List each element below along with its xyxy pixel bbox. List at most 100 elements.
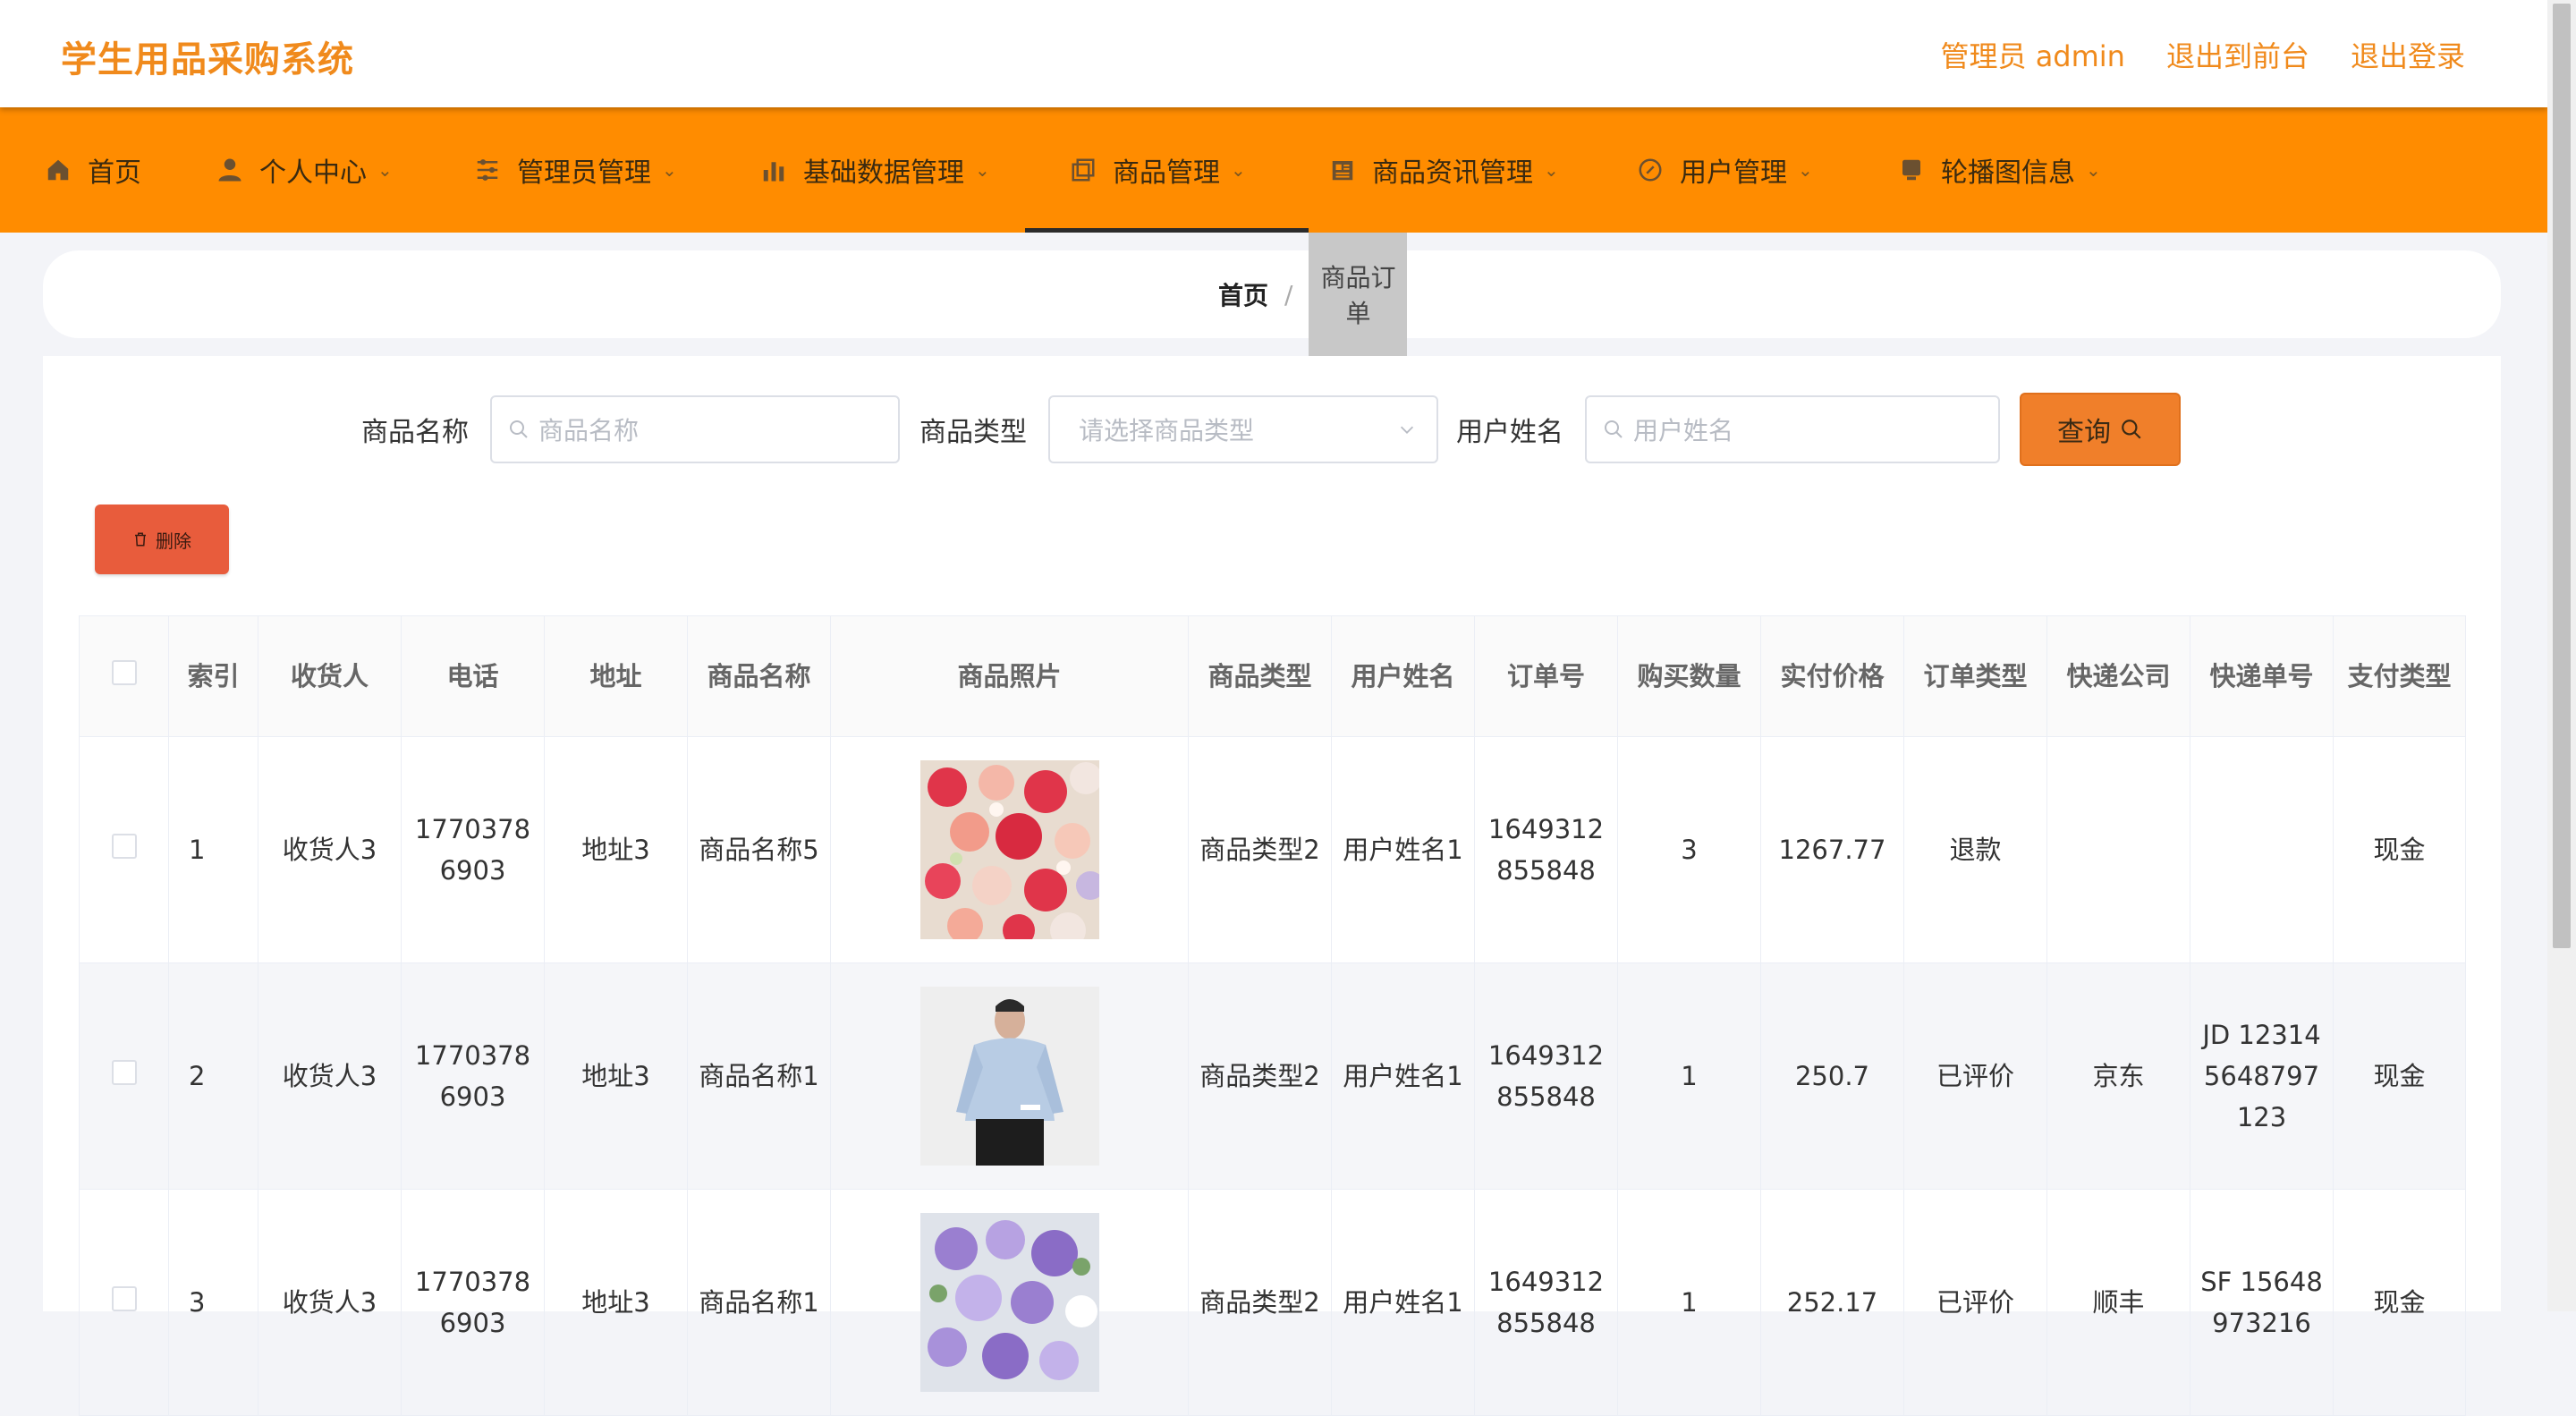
nav-product-manage[interactable]: 商品管理 ⌄ <box>1025 107 1309 233</box>
product-type-select[interactable]: 请选择商品类型 <box>1048 395 1438 463</box>
top-header: 学生用品采购系统 管理员 admin 退出到前台 退出登录 <box>0 0 2547 107</box>
user-name-placeholder: 用户姓名 <box>1633 416 1734 445</box>
cell-product: 商品名称1 <box>687 962 831 1190</box>
chevron-down-icon: ⌄ <box>975 159 990 181</box>
nav-product-news-label: 商品资讯管理 <box>1372 157 1533 189</box>
admin-link[interactable]: 管理员 admin <box>1941 34 2125 75</box>
product-type-label: 商品类型 <box>919 417 1027 448</box>
table-row[interactable]: 1 收货人3 17703786903 地址3 商品名称5 商品类型2 用户姓名1… <box>79 736 2466 963</box>
cell-receiver: 收货人3 <box>258 962 402 1190</box>
cell-qty: 3 <box>1617 736 1761 963</box>
user-icon <box>218 158 242 182</box>
product-photo-man-shirt[interactable] <box>919 987 1099 1166</box>
delete-button[interactable]: 删除 <box>95 505 229 574</box>
table-row[interactable]: 3 收货人3 17703786903 地址3 商品名称1 商品类型2 用户姓名1 <box>79 1189 2466 1416</box>
cell-product-type: 商品类型2 <box>1188 962 1332 1190</box>
cell-pay-type: 现金 <box>2333 1189 2466 1416</box>
breadcrumb-current: 商品订单 <box>1309 230 1408 359</box>
chevron-down-icon <box>1400 426 1414 434</box>
nav-home[interactable]: 首页 <box>45 107 141 233</box>
product-name-input[interactable]: 商品名称 <box>490 395 900 463</box>
chevron-down-icon: ⌄ <box>1798 159 1813 181</box>
cell-price: 1267.77 <box>1760 736 1904 963</box>
cell-photo <box>830 962 1189 1190</box>
compass-icon <box>1639 158 1662 182</box>
nav-carousel[interactable]: 轮播图信息 ⌄ <box>1898 107 2101 233</box>
cell-courier <box>2046 736 2190 963</box>
cell-receiver: 收货人3 <box>258 736 402 963</box>
cell-index: 3 <box>168 1189 258 1416</box>
col-header: 收货人 <box>258 615 402 737</box>
cell-address: 地址3 <box>544 736 688 963</box>
col-header: 快递单号 <box>2190 615 2334 737</box>
cell-qty: 1 <box>1617 962 1761 1190</box>
cell-photo <box>830 736 1189 963</box>
table-row[interactable]: 2 收货人3 17703786903 地址3 商品名称1 商品类型2 用户姓名1… <box>79 962 2466 1190</box>
cell-order-type: 已评价 <box>1903 1189 2047 1416</box>
nav-admin-manage[interactable]: 管理员管理 ⌄ <box>474 107 677 233</box>
product-photo-flowers-purple[interactable] <box>919 1213 1099 1392</box>
cell-index: 1 <box>168 736 258 963</box>
col-header: 用户姓名 <box>1331 615 1475 737</box>
cell-qty: 1 <box>1617 1189 1761 1416</box>
chevron-down-icon: ⌄ <box>1231 159 1246 181</box>
search-icon <box>1605 420 1623 438</box>
page-scrollbar[interactable] <box>2547 0 2576 1311</box>
nav-basic-data[interactable]: 基础数据管理 ⌄ <box>760 107 990 233</box>
select-all-checkbox[interactable] <box>111 660 137 685</box>
cell-pay-type: 现金 <box>2333 962 2466 1190</box>
product-type-placeholder: 请选择商品类型 <box>1079 416 1255 445</box>
col-header: 电话 <box>401 615 545 737</box>
nav-product-news[interactable]: 商品资讯管理 ⌄ <box>1329 107 1559 233</box>
product-photo-flowers-red[interactable] <box>919 760 1099 939</box>
chevron-down-icon: ⌄ <box>662 159 677 181</box>
nav-personal-center-label: 个人中心 <box>259 157 367 189</box>
col-header: 订单类型 <box>1903 615 2047 737</box>
cell-courier: 京东 <box>2046 962 2190 1190</box>
product-name-label: 商品名称 <box>361 417 469 448</box>
delete-button-label: 删除 <box>156 530 191 552</box>
cell-product: 商品名称5 <box>687 736 831 963</box>
orders-table: 索引 收货人 电话 地址 商品名称 商品照片 商品类型 用户姓名 订单号 购买数… <box>79 615 2466 1416</box>
row-checkbox[interactable] <box>111 1060 137 1085</box>
home-icon <box>47 159 69 181</box>
copy-icon <box>1072 158 1095 182</box>
breadcrumb: 首页 / 商品订单 <box>1218 230 1408 359</box>
row-checkbox[interactable] <box>111 1286 137 1311</box>
col-header: 实付价格 <box>1760 615 1904 737</box>
news-icon <box>1332 161 1353 181</box>
cell-photo <box>830 1189 1189 1416</box>
main-nav: 首页 个人中心 ⌄ 管理员管理 ⌄ 基础数据管理 ⌄ 商品管理 ⌄ 商品资讯管理… <box>0 107 2547 233</box>
cell-product-type: 商品类型2 <box>1188 1189 1332 1416</box>
breadcrumb-separator: / <box>1284 279 1293 309</box>
cell-order-no: 1649312855848 <box>1474 962 1618 1190</box>
cell-courier: 顺丰 <box>2046 1189 2190 1416</box>
query-button[interactable]: 查询 <box>2020 393 2181 466</box>
breadcrumb-card: 首页 / 商品订单 <box>43 230 2501 359</box>
header-links: 管理员 admin 退出到前台 退出登录 <box>1941 34 2465 75</box>
scrollbar-thumb[interactable] <box>2553 4 2571 948</box>
select-all-cell[interactable] <box>79 615 169 737</box>
breadcrumb-home[interactable]: 首页 <box>1218 276 1268 312</box>
cell-address: 地址3 <box>544 1189 688 1416</box>
trash-icon <box>135 532 146 547</box>
row-checkbox[interactable] <box>111 834 137 859</box>
col-header: 索引 <box>168 615 258 737</box>
cell-user: 用户姓名1 <box>1331 736 1475 963</box>
cell-tracking <box>2190 736 2334 963</box>
nav-personal-center[interactable]: 个人中心 ⌄ <box>216 107 393 233</box>
cell-user: 用户姓名1 <box>1331 1189 1475 1416</box>
nav-home-label: 首页 <box>88 157 141 189</box>
logout-link[interactable]: 退出登录 <box>2351 34 2465 75</box>
cell-receiver: 收货人3 <box>258 1189 402 1416</box>
cell-phone: 17703786903 <box>401 962 545 1190</box>
search-icon <box>2122 420 2141 439</box>
col-header: 地址 <box>544 615 688 737</box>
nav-user-manage[interactable]: 用户管理 ⌄ <box>1637 107 1813 233</box>
nav-user-manage-label: 用户管理 <box>1680 157 1787 189</box>
cell-product-type: 商品类型2 <box>1188 736 1332 963</box>
cell-product: 商品名称1 <box>687 1189 831 1416</box>
cell-phone: 17703786903 <box>401 736 545 963</box>
exit-to-frontend-link[interactable]: 退出到前台 <box>2166 34 2309 75</box>
user-name-input[interactable]: 用户姓名 <box>1585 395 2000 463</box>
